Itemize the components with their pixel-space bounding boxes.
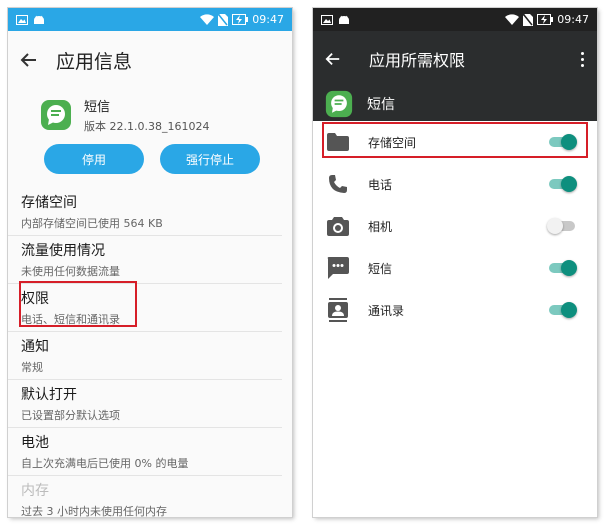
item-title: 流量使用情况	[21, 243, 105, 259]
sms-icon	[326, 256, 350, 280]
battery-charging-icon	[232, 14, 249, 25]
permission-label: 通讯录	[368, 303, 405, 318]
disable-button[interactable]: 停用	[44, 144, 144, 174]
permission-toggle[interactable]	[549, 176, 577, 192]
list-item-storage[interactable]: 存储空间 内部存储空间已使用 564 KB	[8, 188, 282, 236]
no-sim-icon	[523, 13, 534, 26]
permission-row-storage[interactable]: 存储空间	[313, 121, 597, 163]
permission-label: 存储空间	[368, 135, 417, 150]
permission-row-camera[interactable]: 相机	[313, 205, 597, 247]
permission-label: 电话	[368, 177, 393, 192]
item-title: 存储空间	[21, 195, 77, 211]
app-name: 短信	[84, 100, 111, 115]
permission-toggle[interactable]	[549, 302, 577, 318]
app-info-screen: 09:47 应用信息 短信 版本 22.1.0.38_161024 停用 强行停…	[8, 8, 292, 517]
app-header: 短信	[313, 87, 597, 121]
permission-label: 短信	[368, 261, 393, 276]
list-item-open-by-default[interactable]: 默认打开 已设置部分默认选项	[8, 380, 282, 428]
permission-label: 相机	[368, 219, 393, 234]
folder-icon	[326, 130, 350, 154]
permission-toggle[interactable]	[549, 134, 577, 150]
wifi-icon	[200, 14, 215, 25]
permission-row-phone[interactable]: 电话	[313, 163, 597, 205]
sms-app-icon	[325, 90, 353, 118]
permission-row-sms[interactable]: 短信	[313, 247, 597, 289]
photo-notification-icon	[16, 14, 28, 25]
permission-row-contacts[interactable]: 通讯录	[313, 289, 597, 331]
toolbar: 应用所需权限	[313, 31, 597, 87]
item-title: 电池	[21, 435, 49, 451]
permission-toggle[interactable]	[549, 260, 577, 276]
item-title: 通知	[21, 339, 49, 355]
list-item-permissions[interactable]: 权限 电话、短信和通讯录	[8, 284, 282, 332]
list-item-notifications[interactable]: 通知 常规	[8, 332, 282, 380]
status-bar: 09:47	[313, 8, 597, 31]
item-subtitle: 常规	[21, 361, 43, 374]
page-title: 应用所需权限	[369, 51, 466, 70]
overflow-menu-icon[interactable]	[579, 51, 585, 67]
action-buttons: 停用 强行停止	[8, 144, 292, 178]
permission-toggle[interactable]	[547, 218, 577, 234]
list-item-battery[interactable]: 电池 自上次充满电后已使用 0% 的电量	[8, 428, 282, 476]
phone-icon	[326, 172, 350, 196]
page-title: 应用信息	[56, 50, 133, 73]
list-item-data-usage[interactable]: 流量使用情况 未使用任何数据流量	[8, 236, 282, 284]
no-sim-icon	[218, 13, 229, 26]
item-subtitle: 内部存储空间已使用 564 KB	[21, 217, 163, 230]
item-subtitle: 自上次充满电后已使用 0% 的电量	[21, 457, 189, 470]
android-notification-icon	[339, 15, 349, 24]
app-name: 短信	[367, 97, 395, 113]
photo-notification-icon	[321, 14, 333, 25]
app-header: 短信 版本 22.1.0.38_161024	[8, 90, 292, 140]
item-subtitle: 已设置部分默认选项	[21, 409, 120, 422]
clock: 09:47	[252, 13, 284, 26]
wifi-icon	[505, 14, 520, 25]
arrow-back-icon	[20, 53, 36, 67]
list-item-memory[interactable]: 内存 过去 3 小时内未使用任何内存	[8, 476, 282, 517]
item-title: 权限	[21, 291, 49, 307]
contacts-icon	[326, 298, 350, 322]
arrow-back-icon	[325, 53, 340, 65]
force-stop-button[interactable]: 强行停止	[160, 144, 260, 174]
android-notification-icon	[34, 15, 44, 24]
item-subtitle: 未使用任何数据流量	[21, 265, 120, 278]
permission-list: 存储空间 电话 相机 短信 通讯录	[313, 121, 597, 331]
clock: 09:47	[557, 13, 589, 26]
camera-icon	[326, 214, 350, 238]
item-title: 内存	[21, 483, 49, 499]
status-bar: 09:47	[8, 8, 292, 31]
sms-app-icon	[41, 100, 71, 130]
item-subtitle: 电话、短信和通讯录	[21, 313, 120, 326]
app-permissions-screen: 09:47 应用所需权限 短信 存储空间 电话 相机 短信 通讯录	[313, 8, 597, 517]
item-title: 默认打开	[21, 387, 77, 403]
item-subtitle: 过去 3 小时内未使用任何内存	[21, 505, 167, 517]
app-version: 版本 22.1.0.38_161024	[84, 120, 210, 133]
toolbar: 应用信息	[8, 31, 292, 89]
battery-charging-icon	[537, 14, 554, 25]
settings-list: 存储空间 内部存储空间已使用 564 KB 流量使用情况 未使用任何数据流量 权…	[8, 188, 292, 517]
back-button[interactable]	[325, 51, 355, 67]
back-button[interactable]	[20, 51, 50, 69]
